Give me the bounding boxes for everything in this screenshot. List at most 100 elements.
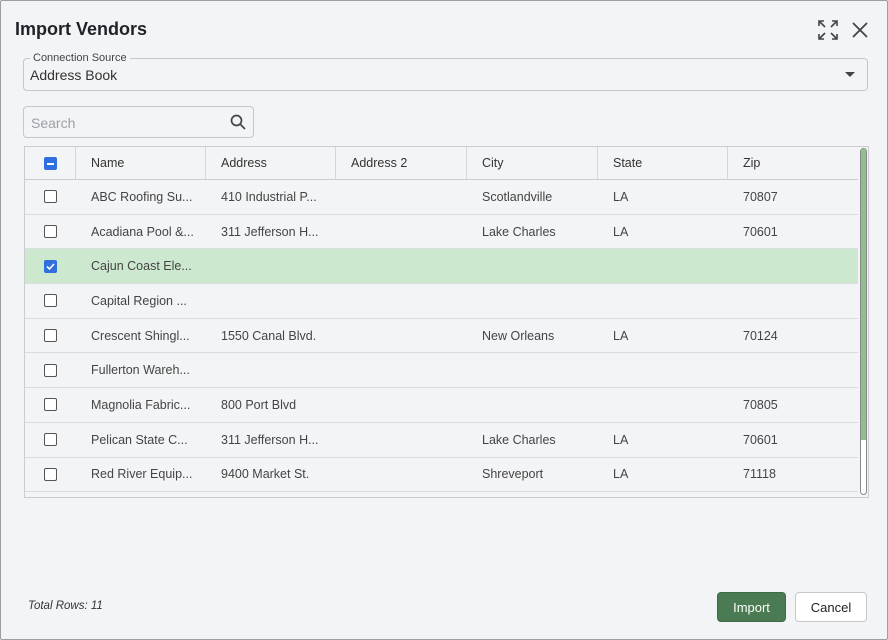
cell-state	[598, 284, 728, 318]
cell-address	[206, 249, 336, 283]
cell-city: New Orleans	[482, 328, 555, 343]
table-row[interactable]: Cajun Coast Ele...	[25, 249, 858, 285]
chevron-down-icon[interactable]	[845, 72, 855, 77]
cell-name: Cajun Coast Ele...	[91, 259, 192, 274]
cell-name: Magnolia Fabric...	[91, 397, 191, 412]
cell-address2	[336, 319, 467, 353]
cell-zip: 70601	[743, 224, 778, 239]
grid-header: Name Address Address 2 City State Zip	[25, 147, 858, 180]
row-checkbox[interactable]	[44, 190, 57, 204]
cell-city: Scotlandville	[482, 189, 553, 204]
row-checkbox[interactable]	[44, 467, 57, 481]
cell-address2	[336, 249, 467, 283]
connection-source-label: Connection Source	[30, 52, 130, 65]
row-checkbox-cell	[25, 458, 76, 492]
cell-name: ABC Roofing Su...	[91, 189, 193, 204]
table-row[interactable]: Fullerton Wareh...	[25, 353, 858, 389]
column-header-zip[interactable]: Zip	[728, 147, 858, 179]
cell-city	[467, 353, 598, 387]
scrollbar-thumb[interactable]	[860, 148, 867, 495]
connection-source-select[interactable]: Connection Source Address Book	[23, 52, 868, 91]
cancel-button[interactable]: Cancel	[795, 592, 867, 622]
row-checkbox-cell	[25, 249, 76, 283]
row-checkbox[interactable]	[44, 259, 57, 273]
column-header-city[interactable]: City	[467, 147, 598, 179]
row-checkbox-cell	[25, 215, 76, 249]
cell-name: Red River Equip...	[91, 467, 193, 482]
cell-address2	[336, 215, 467, 249]
cell-city: Lake Charles	[482, 224, 556, 239]
header-checkbox-cell	[25, 147, 76, 179]
cell-address2	[336, 423, 467, 457]
cell-name: Crescent Shingl...	[91, 328, 190, 343]
cell-address2	[336, 353, 467, 387]
cell-zip: 70805	[743, 397, 778, 412]
cell-name: Pelican State C...	[91, 432, 188, 447]
cell-state	[598, 353, 728, 387]
table-row[interactable]: Acadiana Pool &... 311 Jefferson H... Lake…	[25, 215, 858, 250]
table-row[interactable]: Crescent Shingl... 1550 Canal Blvd. New Or…	[25, 319, 858, 354]
column-header-name[interactable]: Name	[76, 147, 206, 179]
row-checkbox-cell	[25, 353, 76, 387]
cell-address: 311 Jefferson H...	[221, 432, 319, 447]
vertical-scrollbar[interactable]	[859, 147, 868, 497]
cell-zip	[728, 353, 858, 387]
table-row[interactable]: Red River Equip... 9400 Market St. Shrevep…	[25, 458, 858, 493]
cell-zip: 70601	[743, 432, 778, 447]
cell-address2	[336, 388, 467, 422]
table-row[interactable]: Capital Region ...	[25, 284, 858, 319]
select-all-checkbox[interactable]	[44, 156, 57, 170]
cell-name: Acadiana Pool &...	[91, 224, 194, 239]
row-checkbox[interactable]	[44, 398, 57, 412]
grid-body: ABC Roofing Su... 410 Industrial P... Scot…	[25, 180, 858, 493]
search-input[interactable]	[29, 112, 223, 134]
search-icon[interactable]	[230, 114, 246, 135]
column-header-state[interactable]: State	[598, 147, 728, 179]
row-checkbox[interactable]	[44, 329, 57, 343]
table-row[interactable]: Pelican State C... 311 Jefferson H... Lake…	[25, 423, 858, 458]
cell-address2	[336, 458, 467, 492]
cell-address: 9400 Market St.	[221, 467, 310, 482]
row-checkbox-cell	[25, 180, 76, 214]
cell-address: 1550 Canal Blvd.	[221, 328, 317, 343]
row-checkbox-cell	[25, 284, 76, 318]
cell-address: 800 Port Blvd	[221, 397, 297, 412]
cell-state: LA	[613, 432, 629, 447]
cell-zip	[728, 249, 858, 283]
cell-address2	[336, 180, 467, 214]
cell-state	[598, 388, 728, 422]
import-button[interactable]: Import	[717, 592, 786, 622]
cell-state: LA	[613, 189, 629, 204]
close-icon[interactable]	[847, 17, 873, 43]
cell-state: LA	[613, 328, 629, 343]
cell-state: LA	[613, 467, 629, 482]
table-row[interactable]: Magnolia Fabric... 800 Port Blvd 70805	[25, 388, 858, 423]
cell-zip: 70807	[743, 189, 778, 204]
vendors-grid: Name Address Address 2 City State Zip AB…	[24, 146, 869, 498]
cell-city	[467, 249, 598, 283]
import-vendors-dialog: Import Vendors Connection Source Address…	[0, 0, 888, 640]
total-rows: Total Rows: 11	[28, 600, 103, 612]
column-header-address[interactable]: Address	[206, 147, 336, 179]
row-checkbox-cell	[25, 388, 76, 422]
cell-address	[206, 284, 336, 318]
table-row[interactable]: ABC Roofing Su... 410 Industrial P... Scot…	[25, 180, 858, 215]
connection-source-value: Address Book	[30, 67, 118, 83]
row-checkbox-cell	[25, 319, 76, 353]
cell-city	[467, 388, 598, 422]
checkmark-icon	[46, 263, 55, 270]
dialog-title: Import Vendors	[15, 19, 148, 39]
column-header-address2[interactable]: Address 2	[336, 147, 467, 179]
cell-city: Shreveport	[482, 467, 544, 482]
expand-icon[interactable]	[815, 17, 841, 43]
cell-address: 410 Industrial P...	[221, 189, 317, 204]
row-checkbox[interactable]	[44, 433, 57, 447]
cell-zip	[728, 284, 858, 318]
cell-city: Lake Charles	[482, 432, 556, 447]
row-checkbox[interactable]	[44, 363, 57, 377]
row-checkbox[interactable]	[44, 294, 57, 308]
row-checkbox[interactable]	[44, 225, 57, 239]
cell-zip: 71118	[743, 467, 776, 482]
cell-name: Fullerton Wareh...	[91, 363, 190, 378]
cell-state	[598, 249, 728, 283]
